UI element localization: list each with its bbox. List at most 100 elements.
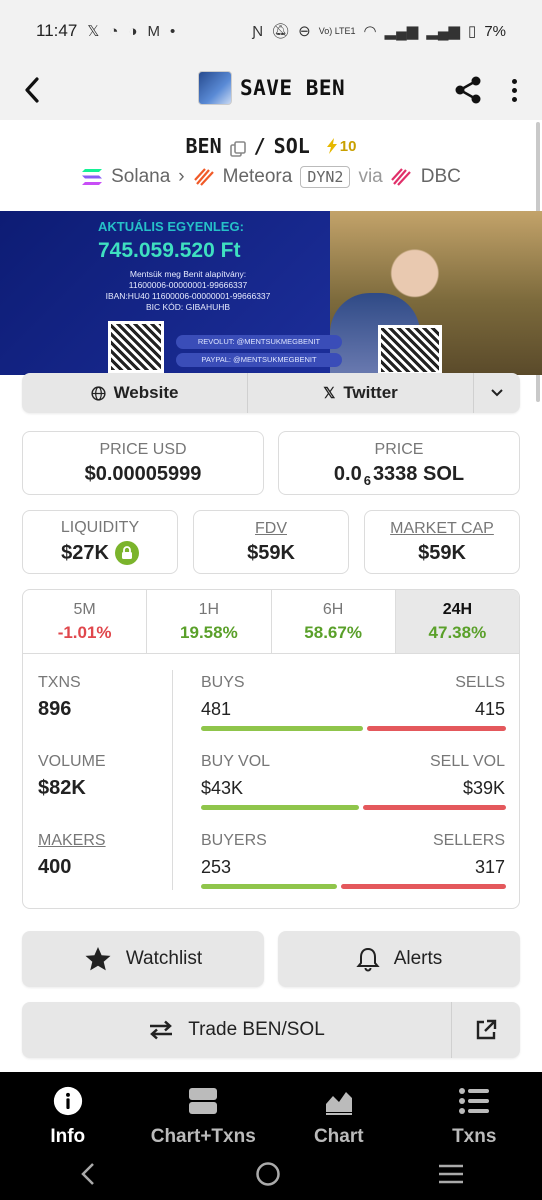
timeframe-tabs: 5M -1.01% 1H 19.58% 6H 58.67% 24H 47.38% <box>23 590 519 654</box>
more-links-button[interactable] <box>474 373 520 413</box>
back-button[interactable] <box>18 74 46 106</box>
boost-badge[interactable]: 10 <box>326 138 356 155</box>
messenger-notification-icon: ◔ <box>109 22 119 40</box>
website-label: Website <box>113 383 179 402</box>
system-nav-bar <box>0 1148 542 1200</box>
fdv-label[interactable]: FDV <box>255 520 287 538</box>
price-native-rest: 3338 SOL <box>372 462 465 485</box>
tab-1h[interactable]: 1H 19.58% <box>147 590 272 653</box>
nfc-icon: Ɲ <box>252 22 264 40</box>
list-icon <box>459 1088 490 1114</box>
bottom-nav: Info Chart+Txns Chart Txns <box>0 1072 542 1148</box>
lock-icon[interactable] <box>114 541 139 565</box>
buy-vol-bar <box>201 805 359 810</box>
paypal-qr-code <box>108 321 164 373</box>
nav-label: Chart <box>313 1126 364 1147</box>
fdv-value: $59K <box>247 541 295 564</box>
nav-chart[interactable]: Chart <box>271 1072 407 1148</box>
nav-info[interactable]: Info <box>0 1072 136 1148</box>
price-usd-value: $0.00005999 <box>84 462 202 485</box>
twitter-label: Twitter <box>343 383 398 402</box>
banner-line: BIC KÓD: GIBAHUHB <box>145 302 231 312</box>
divider <box>172 670 173 890</box>
nav-txns[interactable]: Txns <box>407 1072 542 1148</box>
banner-details: Mentsük meg Benit alapítvány: 11600006-0… <box>98 269 278 313</box>
content[interactable]: BEN / SOL 10 Solana › Meteora DYN2 via D… <box>0 120 542 1072</box>
volume-label: VOLUME <box>38 753 106 770</box>
external-link-icon <box>476 1019 497 1040</box>
x-logo-icon: 𝕏 <box>323 385 336 402</box>
dex-name[interactable]: Meteora <box>223 166 293 188</box>
tab-change: 19.58% <box>180 622 238 642</box>
meteora-icon <box>193 168 214 186</box>
market-cap-label[interactable]: MARKET CAP <box>390 520 494 538</box>
trade-external-button[interactable] <box>452 1002 520 1058</box>
app-notification-icon: ◑ <box>128 22 138 40</box>
token-banner-image: AKTUÁLIS EGYENLEG: 745.059.520 Ft Mentsü… <box>0 211 542 375</box>
banner-revolut: REVOLUT: @MENTSUKMEGBENIT <box>176 335 342 349</box>
router-name[interactable]: DBC <box>421 166 461 188</box>
tab-24h[interactable]: 24H 47.38% <box>395 590 519 653</box>
market-cap-card[interactable]: MARKET CAP $59K <box>364 510 520 574</box>
app-bar: SAVE BEN <box>0 62 542 120</box>
via-label: via <box>358 166 383 187</box>
nav-chart-txns[interactable]: Chart+Txns <box>136 1072 272 1148</box>
chevron-left-icon <box>25 77 39 103</box>
mute-icon: 🔕︎ <box>271 23 291 40</box>
chain-info: Solana › Meteora DYN2 via DBC <box>0 166 542 188</box>
signal-icon: ▂▄▆ <box>384 23 419 40</box>
nav-label: Chart+Txns <box>150 1126 256 1147</box>
dot-icon <box>511 96 517 102</box>
globe-icon <box>90 385 106 401</box>
fdv-card[interactable]: FDV $59K <box>193 510 349 574</box>
system-recents-icon[interactable] <box>438 1163 464 1185</box>
tab-label: 1H <box>198 600 220 618</box>
buyers-bar <box>201 884 337 889</box>
star-icon <box>85 947 111 971</box>
page-title: SAVE BEN <box>240 76 346 100</box>
dot-icon <box>511 87 517 93</box>
sell-vol-label: SELL VOL <box>429 753 505 770</box>
makers-value: 400 <box>38 856 72 878</box>
area-chart-icon <box>325 1092 352 1115</box>
banner-paypal: PAYPAL: @MENTSUKMEGBENIT <box>176 353 342 367</box>
tab-5m[interactable]: 5M -1.01% <box>23 590 148 653</box>
alerts-button[interactable]: Alerts <box>278 931 520 987</box>
quote-token: SOL <box>273 134 310 158</box>
lightning-icon <box>326 138 337 154</box>
token-avatar <box>198 71 232 105</box>
signal2-icon: ▂▄▆ <box>426 23 461 40</box>
banner-line: 11600006-00000001-99666337 <box>128 280 248 290</box>
more-menu-button[interactable] <box>502 74 526 106</box>
x-notification-icon: 𝕏 <box>87 23 100 40</box>
website-button[interactable]: Website <box>22 373 248 413</box>
share-button[interactable] <box>452 74 484 106</box>
price-native-prefix: 0.0 <box>333 462 362 485</box>
chain-name[interactable]: Solana <box>111 166 170 188</box>
nav-label: Info <box>50 1126 86 1147</box>
share-icon <box>455 76 481 104</box>
watchlist-button[interactable]: Watchlist <box>22 931 264 987</box>
twitter-button[interactable]: 𝕏 Twitter <box>248 373 474 413</box>
sells-value: 415 <box>474 699 505 719</box>
price-native-card: PRICE 0.0 6 3338 SOL <box>278 431 520 495</box>
system-back-icon[interactable] <box>78 1162 98 1186</box>
banner-line: IBAN:HU40 11600006-00000001-99666337 <box>105 291 271 301</box>
more-notifications-icon: • <box>170 22 176 40</box>
makers-label[interactable]: MAKERS <box>38 832 106 850</box>
chevron-down-icon <box>491 389 503 397</box>
tab-change: -1.01% <box>57 622 112 642</box>
social-links: Website 𝕏 Twitter <box>22 373 520 413</box>
base-token: BEN <box>185 134 222 158</box>
trade-button[interactable]: Trade BEN/SOL <box>22 1002 452 1058</box>
system-home-icon[interactable] <box>255 1161 281 1187</box>
sellers-bar <box>341 884 506 889</box>
buys-label: BUYS <box>201 674 245 691</box>
liquidity-value: $27K <box>61 541 109 564</box>
copy-icon[interactable] <box>229 138 246 157</box>
alerts-label: Alerts <box>393 948 443 969</box>
txns-label: TXNS <box>38 674 81 691</box>
tab-6h[interactable]: 6H 58.67% <box>272 590 396 653</box>
trade-label: Trade BEN/SOL <box>188 1019 325 1040</box>
pair-separator: / <box>253 134 266 158</box>
